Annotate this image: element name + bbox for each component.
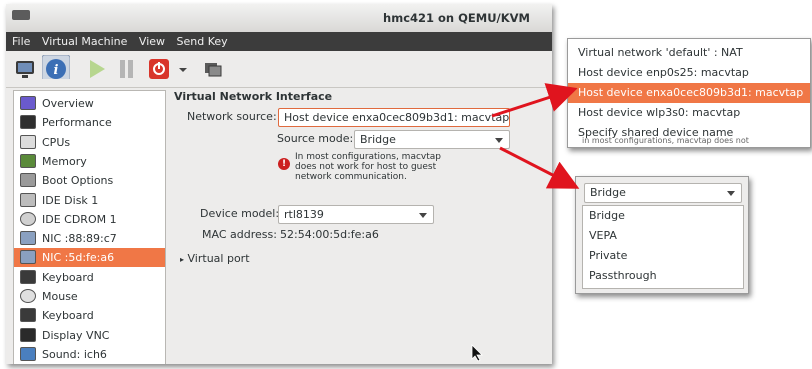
arrow-to-network-popup: [491, 83, 578, 118]
annotation-arrows: [491, 83, 580, 189]
arrow-to-source-mode-popup: [499, 146, 580, 189]
